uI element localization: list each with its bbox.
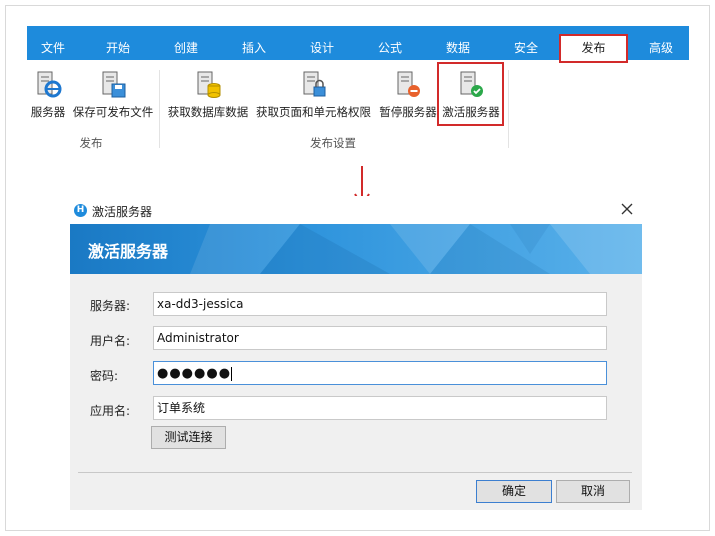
ribbon-group-end-separator xyxy=(508,70,509,148)
dialog-footer-separator xyxy=(78,472,632,473)
publish-tab-highlight xyxy=(559,34,628,63)
get-db-data-icon xyxy=(197,71,221,98)
dialog-title-bar: H 激活服务器 xyxy=(70,196,642,224)
server-field-label: 服务器: xyxy=(90,299,131,313)
server-button-label: 服务器 xyxy=(30,105,66,119)
tab-advanced[interactable]: 高级 xyxy=(637,26,685,60)
tab-design[interactable]: 设计 xyxy=(298,26,346,60)
password-masked-value: ●●●●●● xyxy=(157,366,232,381)
server-field[interactable]: xa-dd3-jessica xyxy=(153,292,607,316)
activate-server-dialog: H 激活服务器 激活服务器 服务器: xa-dd3-jessica 用户名: A… xyxy=(70,196,642,510)
ribbon-group-separator xyxy=(159,70,160,148)
get-page-cell-permission-label: 获取页面和单元格权限 xyxy=(256,105,371,119)
dialog-banner-title: 激活服务器 xyxy=(88,242,169,261)
tab-insert[interactable]: 插入 xyxy=(230,26,278,60)
group-label-publish-settings: 发布设置 xyxy=(310,136,356,150)
tab-data[interactable]: 数据 xyxy=(434,26,482,60)
pause-server-label: 暂停服务器 xyxy=(379,105,437,119)
tab-security[interactable]: 安全 xyxy=(502,26,550,60)
ok-button[interactable]: 确定 xyxy=(476,480,552,503)
group-label-publish: 发布 xyxy=(79,136,103,150)
tab-create[interactable]: 创建 xyxy=(162,26,210,60)
dialog-window-title: 激活服务器 xyxy=(92,205,153,219)
pause-server-icon xyxy=(397,71,420,97)
tab-home[interactable]: 开始 xyxy=(94,26,142,60)
close-icon[interactable] xyxy=(619,201,635,217)
username-field-label: 用户名: xyxy=(90,334,131,348)
dialog-banner: 激活服务器 xyxy=(70,224,642,274)
app-logo-icon: H xyxy=(74,204,87,217)
password-field-label: 密码: xyxy=(90,369,119,383)
save-publish-icon xyxy=(102,71,126,98)
text-caret xyxy=(231,366,233,381)
app-name-field-label: 应用名: xyxy=(90,404,131,418)
app-name-field[interactable]: 订单系统 xyxy=(153,396,607,420)
get-page-cell-permission-button[interactable]: 获取页面和单元格权限 xyxy=(253,70,374,120)
save-publish-file-label: 保存可发布文件 xyxy=(72,105,154,119)
pause-server-button[interactable]: 暂停服务器 xyxy=(377,70,439,120)
test-connection-button[interactable]: 测试连接 xyxy=(151,426,226,449)
activate-server-highlight xyxy=(437,62,504,126)
server-ie-icon xyxy=(37,71,62,98)
get-db-data-button[interactable]: 获取数据库数据 xyxy=(165,70,251,120)
password-field[interactable]: ●●●●●● xyxy=(153,361,607,385)
tab-formula[interactable]: 公式 xyxy=(366,26,414,60)
server-button[interactable]: 服务器 xyxy=(29,70,67,120)
get-db-data-label: 获取数据库数据 xyxy=(167,105,249,119)
username-field[interactable]: Administrator xyxy=(153,326,607,350)
get-permission-icon xyxy=(303,71,325,97)
tab-file[interactable]: 文件 xyxy=(27,26,79,60)
cancel-button[interactable]: 取消 xyxy=(556,480,630,503)
save-publish-file-button[interactable]: 保存可发布文件 xyxy=(70,70,156,120)
